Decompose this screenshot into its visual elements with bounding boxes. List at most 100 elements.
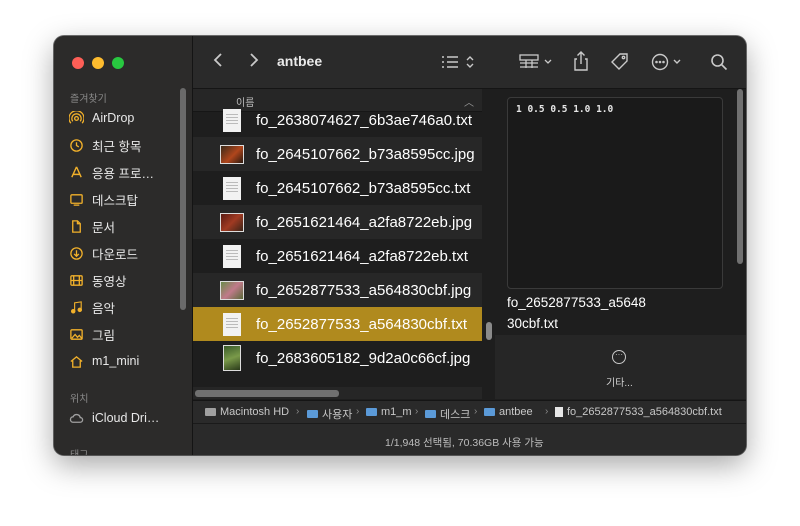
file-list[interactable]: 이름 ︿ fo_2638074627_6b3ae746a0.txt fo_264… — [193, 89, 482, 386]
sidebar-item-documents[interactable]: 문서 — [68, 215, 178, 237]
sidebar-item-pictures[interactable]: 그림 — [68, 323, 178, 345]
preview-filename: fo_2652877533_a564830cbf.txt — [507, 295, 646, 331]
image-thumbnail-icon — [220, 142, 244, 166]
text-file-icon — [220, 176, 244, 200]
path-separator-icon: › — [474, 406, 478, 417]
path-label: 사용자 — [322, 409, 353, 421]
path-bar: Macintosh HD › 사용자 › m1_m › 데스크 › antbee… — [193, 400, 746, 423]
file-name: fo_2683605182_9d2a0c66cf.jpg — [256, 349, 471, 367]
list-view-icon — [442, 56, 474, 68]
apps-icon — [68, 164, 84, 180]
list-scrollbar-vertical[interactable] — [486, 322, 492, 340]
sidebar-section-locations: 위치 — [70, 394, 89, 405]
sidebar-item-desktop[interactable]: 데스크탑 — [68, 188, 178, 210]
image-thumbnail-icon — [220, 210, 244, 234]
tag-icon — [611, 53, 628, 70]
list-scrollbar-horizontal[interactable] — [195, 390, 339, 397]
file-row[interactable]: fo_2652877533_a564830cbf.jpg — [193, 273, 482, 307]
picture-icon — [68, 326, 84, 342]
status-bar: 1/1,948 선택됨, 70.36GB 사용 가능 — [193, 423, 746, 455]
file-name: fo_2652877533_a564830cbf.txt — [256, 315, 468, 333]
sidebar-item-music[interactable]: 음악 — [68, 296, 178, 318]
cloud-icon — [68, 410, 84, 426]
path-item[interactable]: 사용자 — [307, 406, 352, 422]
close-window-button[interactable] — [72, 57, 84, 69]
file-row-selected[interactable]: fo_2652877533_a564830cbf.txt — [193, 307, 482, 341]
search-icon — [711, 54, 728, 71]
text-preview: 1 0.5 0.5 1.0 1.0 — [507, 97, 723, 289]
text-file-icon — [220, 108, 244, 132]
sidebar-item-airdrop[interactable]: AirDrop — [68, 107, 178, 129]
file-row[interactable]: fo_2683605182_9d2a0c66cf.jpg — [193, 341, 482, 375]
sidebar: 즐겨찾기 AirDrop 최근 항목 응용 프로… 데스크탑 문서 다운로드 동… — [54, 36, 193, 455]
tag-button[interactable] — [610, 52, 630, 72]
sidebar-item-applications[interactable]: 응용 프로… — [68, 161, 178, 183]
file-icon — [555, 407, 563, 417]
sidebar-item-movies[interactable]: 동영상 — [68, 269, 178, 291]
sidebar-item-recents[interactable]: 최근 항목 — [68, 134, 178, 156]
path-separator-icon: › — [545, 406, 549, 417]
file-row[interactable]: fo_2638074627_6b3ae746a0.txt — [193, 103, 482, 137]
sidebar-item-label: m1_mini — [92, 354, 140, 368]
status-text: 1/1,948 선택됨, 70.36GB 사용 가능 — [385, 437, 544, 449]
preview-scrollbar[interactable] — [737, 89, 743, 264]
group-button[interactable] — [519, 54, 555, 70]
toolbar: antbee — [193, 36, 746, 89]
path-label: fo_2652877533_a564830cbf.txt — [567, 406, 722, 418]
search-button[interactable] — [710, 53, 728, 71]
sidebar-item-label: 응용 프로… — [92, 166, 154, 181]
path-separator-icon: › — [296, 406, 300, 417]
more-button[interactable]: ··· 기타... — [495, 335, 746, 399]
desktop-icon — [68, 191, 84, 207]
sidebar-item-label: 문서 — [92, 220, 116, 235]
sidebar-section-favorites: 즐겨찾기 — [70, 94, 107, 105]
airdrop-icon — [68, 110, 84, 126]
share-icon — [574, 51, 588, 71]
file-name: fo_2645107662_b73a8595cc.txt — [256, 179, 471, 197]
file-row[interactable]: fo_2651621464_a2fa8722eb.jpg — [193, 205, 482, 239]
movie-icon — [68, 272, 84, 288]
path-separator-icon: › — [415, 406, 419, 417]
sidebar-item-label: 다운로드 — [92, 247, 139, 262]
grid-icon — [519, 54, 552, 68]
path-label: Macintosh HD — [220, 406, 290, 418]
sidebar-section-tags: 태그 — [70, 446, 88, 455]
folder-icon — [425, 410, 436, 418]
file-row[interactable]: fo_2645107662_b73a8595cc.txt — [193, 171, 482, 205]
sidebar-item-label: 동영상 — [92, 274, 127, 289]
home-icon — [68, 353, 84, 369]
back-button[interactable] — [213, 52, 223, 68]
chevron-right-icon — [250, 53, 259, 67]
path-item[interactable]: 데스크 — [425, 406, 470, 422]
path-item[interactable]: fo_2652877533_a564830cbf.txt — [555, 406, 722, 418]
zoom-window-button[interactable] — [112, 57, 124, 69]
sidebar-item-icloud[interactable]: iCloud Dri… — [68, 407, 178, 429]
path-item[interactable]: antbee — [484, 406, 533, 418]
music-icon — [68, 299, 84, 315]
image-thumbnail-icon — [220, 345, 244, 371]
file-name: fo_2652877533_a564830cbf.jpg — [256, 281, 472, 299]
path-item[interactable]: Macintosh HD — [205, 406, 289, 418]
preview-pane: 1 0.5 0.5 1.0 1.0 fo_2652877533_a564830c… — [495, 89, 746, 399]
more-actions-button[interactable] — [651, 53, 685, 71]
sidebar-item-home[interactable]: m1_mini — [68, 350, 178, 372]
sidebar-scrollbar[interactable] — [180, 88, 186, 310]
path-separator-icon: › — [356, 406, 360, 417]
download-icon — [68, 245, 84, 261]
path-item[interactable]: m1_m — [366, 406, 412, 418]
share-button[interactable] — [573, 51, 589, 71]
minimize-window-button[interactable] — [92, 57, 104, 69]
ellipsis-circle-icon: ··· — [612, 350, 626, 364]
path-label: 데스크 — [440, 409, 471, 421]
view-list-button[interactable] — [441, 54, 475, 70]
finder-window: 즐겨찾기 AirDrop 최근 항목 응용 프로… 데스크탑 문서 다운로드 동… — [54, 36, 746, 455]
sidebar-item-label: AirDrop — [92, 111, 135, 125]
file-row[interactable]: fo_2651621464_a2fa8722eb.txt — [193, 239, 482, 273]
sidebar-item-label: 그림 — [92, 328, 116, 343]
forward-button[interactable] — [249, 52, 259, 68]
sidebar-item-downloads[interactable]: 다운로드 — [68, 242, 178, 264]
chevron-left-icon — [213, 53, 222, 67]
folder-icon — [307, 410, 318, 418]
text-file-icon — [220, 312, 244, 336]
file-row[interactable]: fo_2645107662_b73a8595cc.jpg — [193, 137, 482, 171]
